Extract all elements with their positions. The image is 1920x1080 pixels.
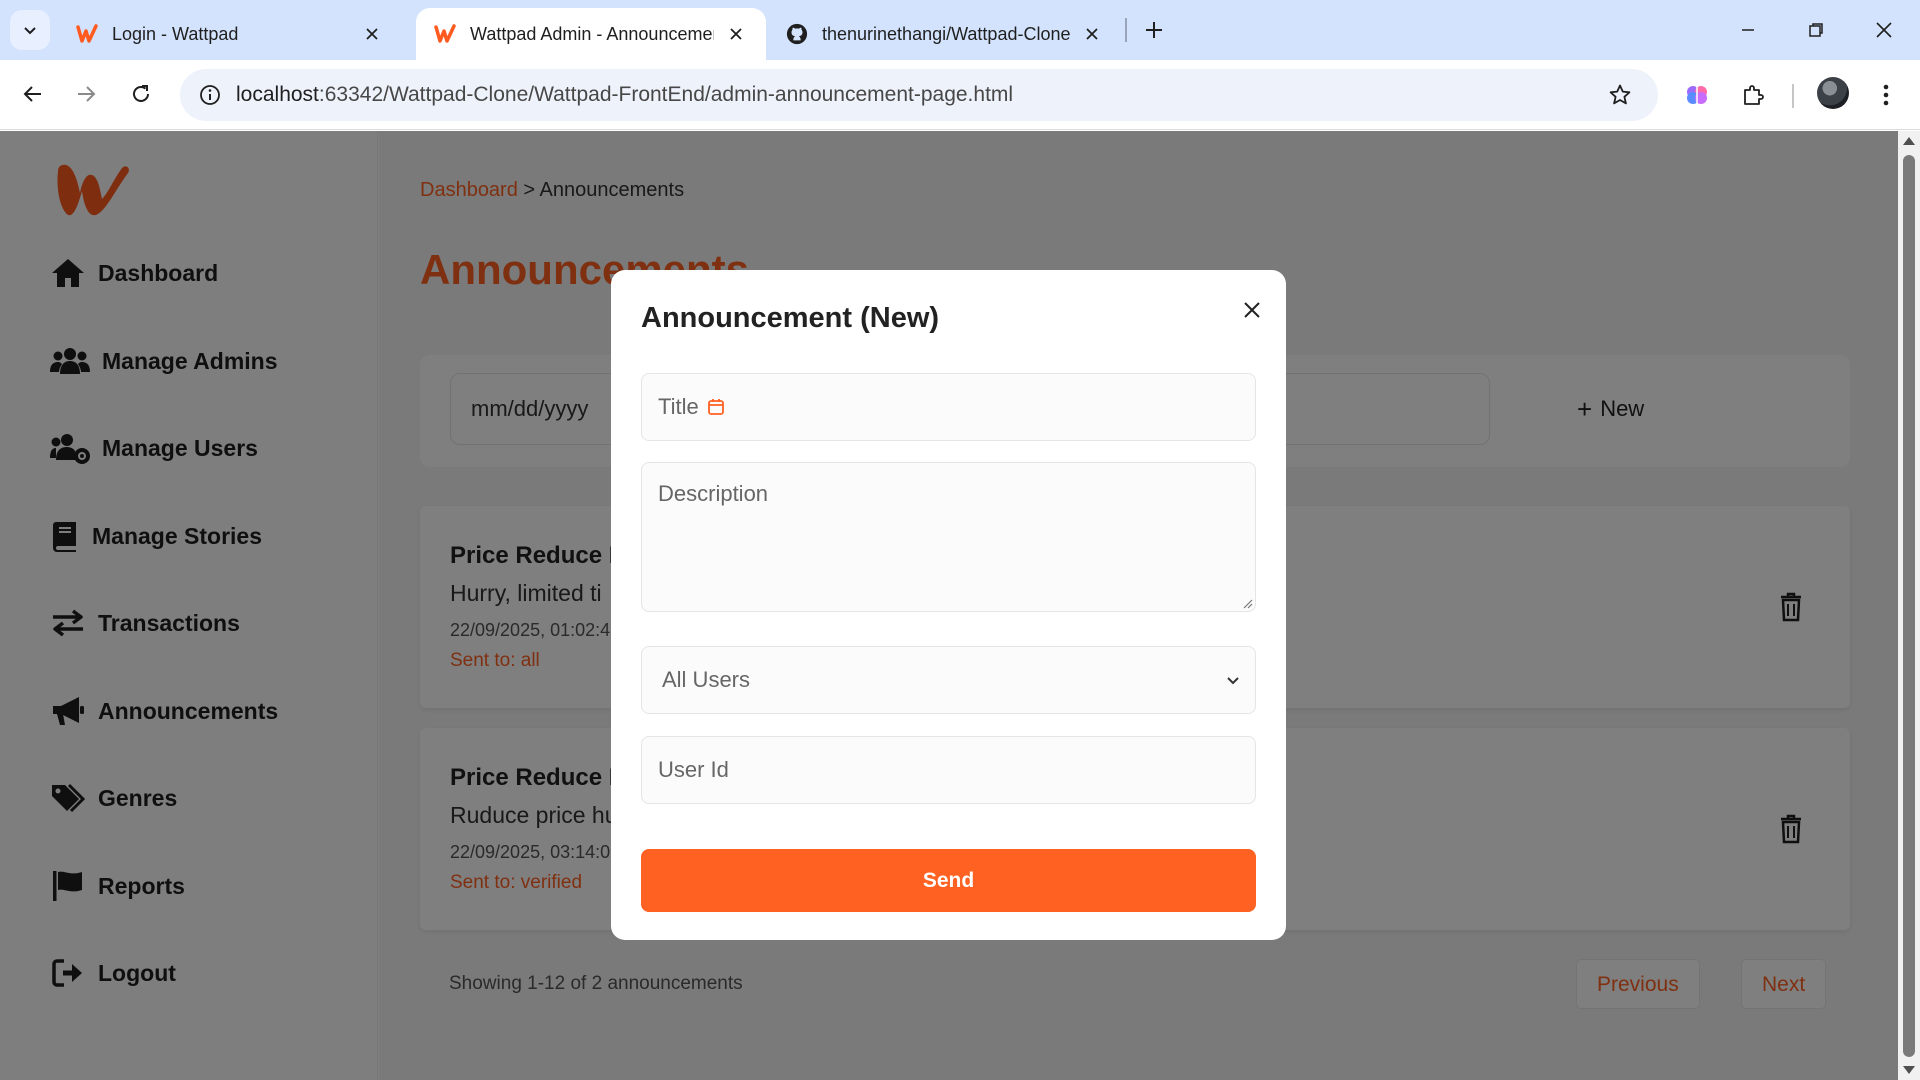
resize-grip-icon[interactable] [1241,597,1253,609]
scroll-down-arrow-icon[interactable] [1903,1066,1915,1074]
tab-title: Login - Wattpad [112,23,239,44]
new-tab-button[interactable] [1138,14,1170,46]
tab-github[interactable]: thenurinethangi/Wattpad-Clone [768,8,1122,60]
tab-search-button[interactable] [10,10,50,50]
close-icon [1876,22,1892,38]
address-bar[interactable]: localhost:63342/Wattpad-Clone/Wattpad-Fr… [180,69,1658,121]
github-icon [786,23,808,45]
menu-kebab-icon[interactable] [1868,77,1904,113]
title-placeholder: Title [658,394,699,419]
bookmark-star-icon[interactable] [1604,79,1636,111]
close-icon[interactable] [1236,294,1268,326]
page-scrollbar[interactable] [1898,131,1920,1080]
calendar-icon [707,397,727,417]
reload-button[interactable] [121,74,161,114]
description-placeholder: Description [658,481,769,506]
modal-title: Announcement (New) [641,302,940,334]
chevron-down-icon [1227,677,1239,685]
audience-selected: All Users [662,667,751,692]
tab-title: Wattpad Admin - Announcements [470,23,714,44]
arrow-right-icon [78,86,96,102]
tab-title: thenurinethangi/Wattpad-Clone [822,23,1070,44]
description-textarea[interactable]: Description [641,462,1256,612]
url-host: localhost [236,83,319,106]
extensions-puzzle-icon[interactable] [1735,77,1771,113]
back-button[interactable] [13,74,53,114]
minimize-button[interactable] [1726,10,1770,50]
audience-select[interactable]: All Users [641,646,1256,714]
close-window-button[interactable] [1862,10,1906,50]
browser-toolbar: localhost:63342/Wattpad-Clone/Wattpad-Fr… [0,60,1920,130]
restore-button[interactable] [1794,10,1838,50]
send-button[interactable]: Send [641,849,1256,912]
user-id-placeholder: User Id [658,757,729,782]
wattpad-icon [76,23,98,45]
wattpad-icon [434,23,456,45]
close-icon[interactable] [360,22,384,46]
restore-icon [1809,23,1823,37]
close-icon[interactable] [724,22,748,46]
close-icon[interactable] [1080,22,1104,46]
extension-brain-icon[interactable] [1679,77,1715,113]
reload-icon [133,85,149,102]
plus-icon [1146,22,1162,38]
scrollbar-thumb[interactable] [1903,155,1915,1057]
site-info-icon[interactable] [194,79,226,111]
arrow-left-icon [23,86,41,102]
page-viewport: Dashboard Manage Admins Manage Users Man… [0,131,1898,1080]
browser-tab-strip: Login - Wattpad Wattpad Admin - Announce… [0,0,1920,60]
scroll-up-arrow-icon[interactable] [1903,137,1915,145]
url-path: :63342/Wattpad-Clone/Wattpad-FrontEnd/ad… [318,83,1014,106]
tab-separator [1125,18,1127,42]
title-input[interactable]: Title [641,373,1256,441]
url-text: localhost:63342/Wattpad-Clone/Wattpad-Fr… [236,83,1013,107]
tab-login[interactable]: Login - Wattpad [58,8,402,60]
toolbar-divider [1792,84,1794,108]
minimize-icon [1742,29,1754,31]
forward-button[interactable] [66,74,106,114]
tab-announcements[interactable]: Wattpad Admin - Announcements [416,8,766,60]
profile-avatar[interactable] [1817,77,1849,109]
user-id-input[interactable]: User Id [641,736,1256,804]
announcement-modal: Announcement (New) Title Description All… [611,270,1286,940]
chevron-down-icon [24,27,36,35]
